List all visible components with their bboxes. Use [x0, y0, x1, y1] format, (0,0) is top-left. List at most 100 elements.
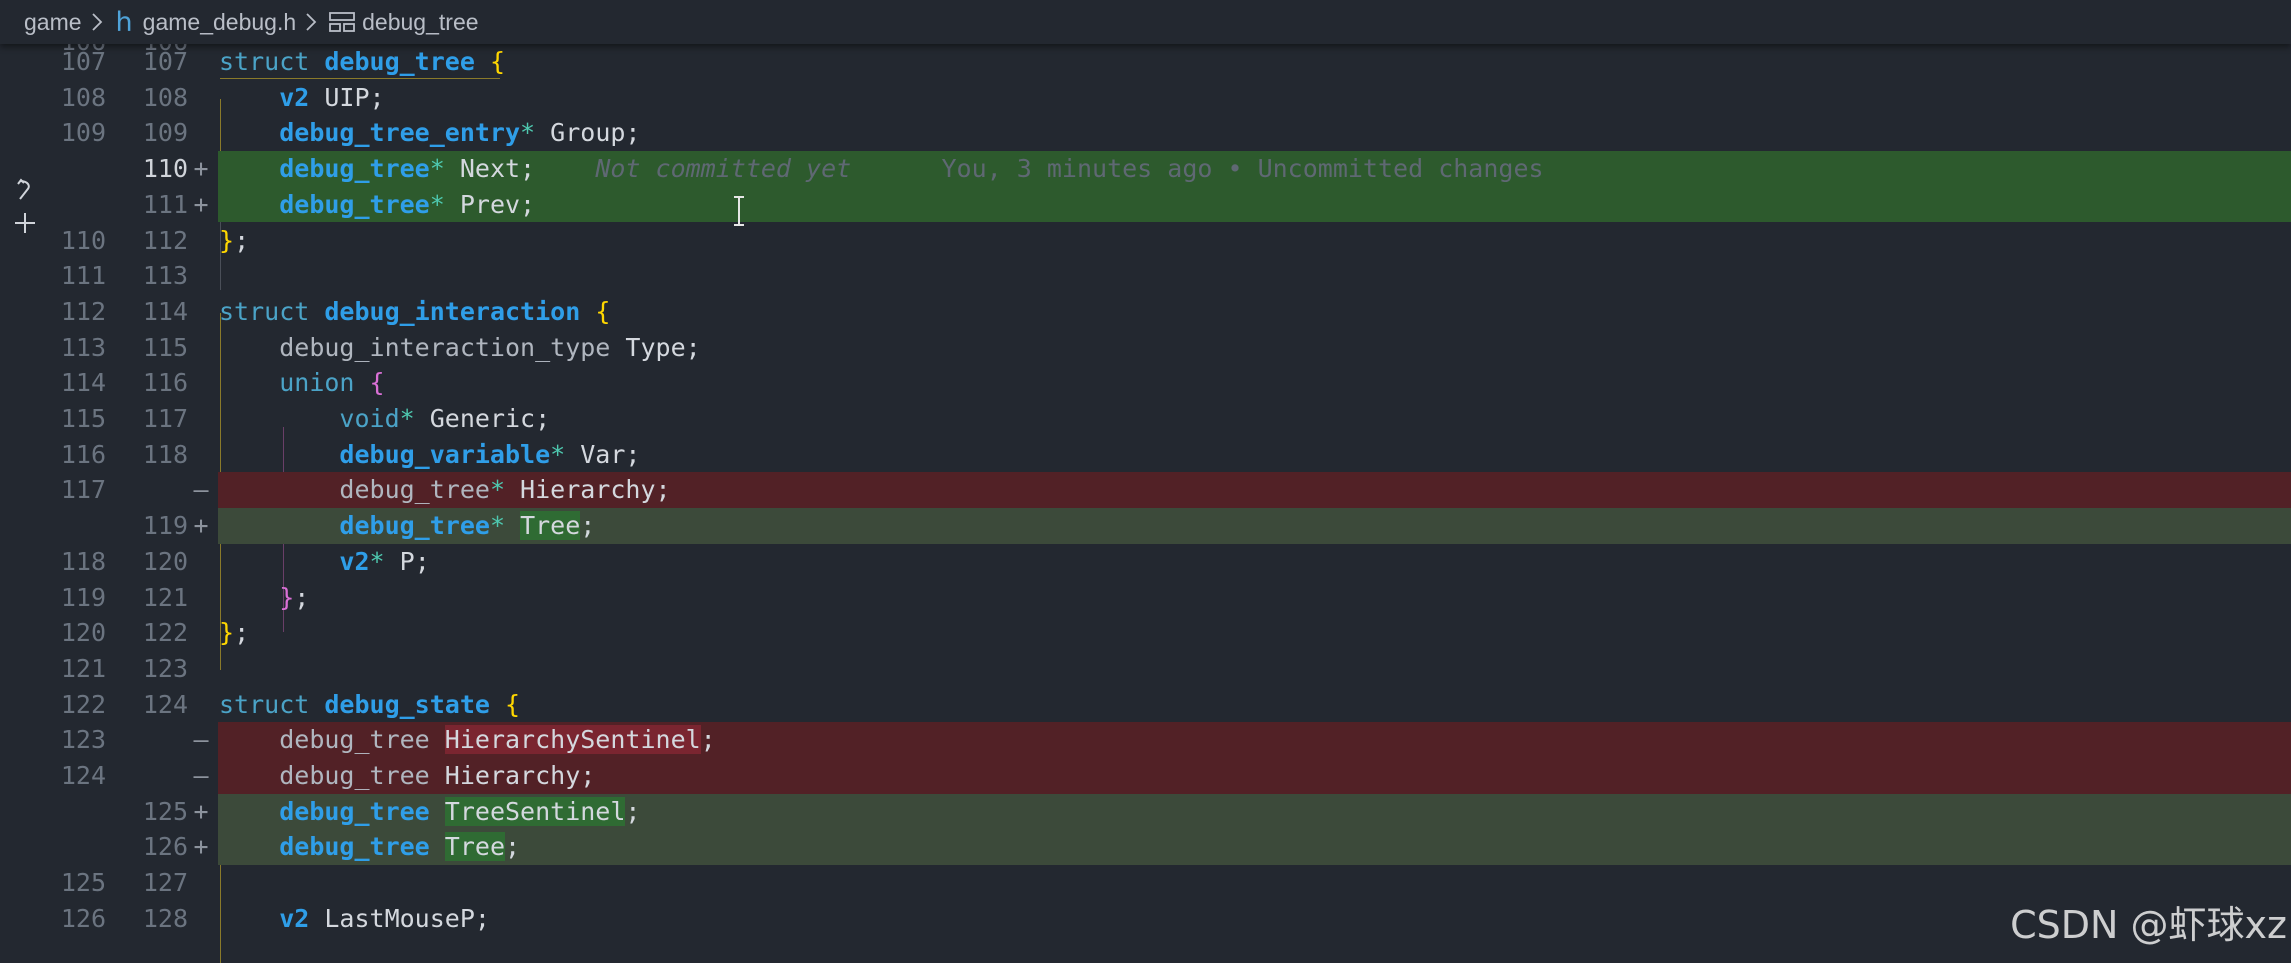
line-code: debug_interaction_type Type;: [279, 332, 701, 362]
code-line-added[interactable]: 110 + debug_tree* Next; Not committed ye…: [0, 151, 2291, 187]
diff-added-marker: +: [193, 189, 209, 219]
diff-added-background: [218, 829, 2291, 866]
revert-change-icon[interactable]: [12, 177, 38, 203]
line-code: debug_tree TreeSentinel;: [279, 796, 641, 826]
breadcrumb-item-game[interactable]: game: [24, 9, 82, 36]
line-code: debug_tree_entry* Group;: [279, 118, 641, 148]
breadcrumb: game h game_debug.h debug_tree: [0, 0, 2291, 44]
line-code: debug_tree* Tree;: [339, 511, 596, 541]
code-line-deleted[interactable]: 124 — debug_tree Hierarchy;: [0, 758, 2291, 794]
new-line-number: 117: [142, 404, 188, 433]
new-line-number: 112: [142, 225, 188, 255]
breadcrumb-item-symbol[interactable]: debug_tree: [362, 9, 478, 36]
old-line-number: 110: [60, 225, 106, 255]
old-line-number: 122: [60, 689, 106, 719]
c-header-file-icon: h: [115, 6, 133, 38]
old-line-number: 115: [60, 404, 106, 433]
old-line-number: 126: [60, 903, 106, 933]
line-code: };: [219, 618, 250, 648]
code-line-added[interactable]: 119 + debug_tree* Tree;: [0, 508, 2291, 544]
code-line[interactable]: 109 109 debug_tree_entry* Group;: [0, 115, 2291, 151]
diff-deleted-marker: —: [193, 761, 209, 790]
line-code: struct debug_interaction {: [219, 296, 611, 326]
new-line-number: 110: [142, 154, 188, 184]
new-line-number: 116: [142, 368, 188, 398]
new-line-number: 127: [142, 868, 188, 898]
old-line-number: 123: [60, 725, 106, 755]
old-line-number: 121: [60, 653, 106, 683]
line-code: };: [279, 582, 310, 612]
line-code: struct debug_state {: [219, 689, 521, 719]
code-line[interactable]: 113 115 debug_interaction_type Type;: [0, 330, 2291, 366]
code-line[interactable]: 120 122 };: [0, 615, 2291, 651]
new-line-number: 107: [142, 47, 188, 76]
new-line-number: 119: [142, 511, 188, 541]
code-line-added[interactable]: 125 + debug_tree TreeSentinel;: [0, 793, 2291, 830]
new-line-number: 122: [142, 618, 188, 648]
blame-info[interactable]: You, 3 minutes ago • Uncommitted changes: [942, 154, 1544, 183]
diff-added-marker: +: [193, 832, 209, 862]
line-code: union {: [279, 368, 385, 398]
add-change-icon[interactable]: [12, 210, 38, 236]
line-code: debug_variable* Var;: [339, 439, 641, 469]
new-line-number: 125: [142, 796, 188, 826]
old-line-number: 124: [60, 761, 106, 790]
new-line-number: 123: [142, 653, 188, 683]
new-line-number: 114: [142, 296, 188, 326]
code-line-added[interactable]: 126 + debug_tree Tree;: [0, 829, 2291, 866]
new-line-number: 124: [142, 689, 188, 719]
code-line-deleted[interactable]: 123 — debug_tree HierarchySentinel;: [0, 722, 2291, 758]
old-line-number: 118: [60, 546, 106, 576]
code-line[interactable]: 110 112 };: [0, 223, 2291, 259]
new-line-number: 126: [142, 832, 188, 862]
line-code: debug_tree Tree;: [279, 832, 521, 862]
old-line-number: 114: [60, 368, 106, 398]
old-line-number: 125: [60, 868, 106, 898]
new-line-number: 115: [142, 332, 188, 362]
code-line[interactable]: 122 124 struct debug_state {: [0, 687, 2291, 723]
code-line-added[interactable]: 111 + debug_tree* Prev;: [0, 186, 2291, 223]
code-line[interactable]: 112 114 struct debug_interaction {: [0, 294, 2291, 330]
code-line[interactable]: 111 113: [0, 258, 2291, 294]
code-line[interactable]: 119 121 };: [0, 580, 2291, 616]
line-code: debug_tree* Hierarchy;: [339, 475, 671, 505]
watermark: CSDN @虾球xz: [2010, 903, 2287, 947]
new-line-number: 120: [142, 546, 188, 576]
old-line-number: 117: [60, 475, 106, 505]
code-line[interactable]: 108 108 v2 UIP;: [0, 80, 2291, 116]
old-line-number: 112: [60, 296, 106, 326]
code-line[interactable]: 114 116 union {: [0, 365, 2291, 401]
struct-symbol-icon: [329, 12, 356, 32]
line-code: debug_tree* Prev;: [279, 189, 536, 219]
code-line[interactable]: 125 127: [0, 865, 2291, 901]
old-line-number: 109: [60, 118, 106, 148]
line-code: debug_tree* Next; Not committed yet You,…: [279, 154, 1544, 184]
text-cursor-icon: [734, 196, 744, 226]
new-line-number: 113: [142, 261, 188, 291]
new-line-number: 108: [142, 82, 188, 112]
line-code: debug_tree Hierarchy;: [279, 761, 596, 790]
code-editor[interactable]: 106 106 107 107 struct debug_tree { 108 …: [0, 44, 2291, 963]
chevron-right-icon: [91, 13, 102, 31]
code-line[interactable]: 107 107 struct debug_tree {: [0, 44, 2291, 80]
old-line-number: 116: [60, 439, 106, 469]
blame-status: Not committed yet: [595, 154, 852, 184]
code-line[interactable]: 116 118 debug_variable* Var;: [0, 437, 2291, 473]
code-line[interactable]: 118 120 v2* P;: [0, 544, 2291, 580]
diff-added-marker: +: [193, 154, 209, 184]
line-code: void* Generic;: [339, 404, 551, 433]
code-line[interactable]: 126 128 v2 LastMouseP;: [0, 901, 2291, 937]
code-line-deleted[interactable]: 117 — debug_tree* Hierarchy;: [0, 472, 2291, 509]
line-code: v2 UIP;: [279, 82, 385, 112]
chevron-right-icon: [306, 13, 317, 31]
line-code: };: [219, 225, 250, 255]
new-line-number: 111: [142, 189, 188, 219]
old-line-number: 119: [60, 582, 106, 612]
new-line-number: 121: [142, 582, 188, 612]
breadcrumb-item-file[interactable]: game_debug.h: [143, 9, 296, 36]
code-line[interactable]: 115 117 void* Generic;: [0, 401, 2291, 437]
old-line-number: 107: [60, 47, 106, 76]
diff-deleted-marker: —: [193, 475, 209, 505]
diff-added-marker: +: [193, 511, 209, 541]
code-line[interactable]: 121 123: [0, 651, 2291, 687]
